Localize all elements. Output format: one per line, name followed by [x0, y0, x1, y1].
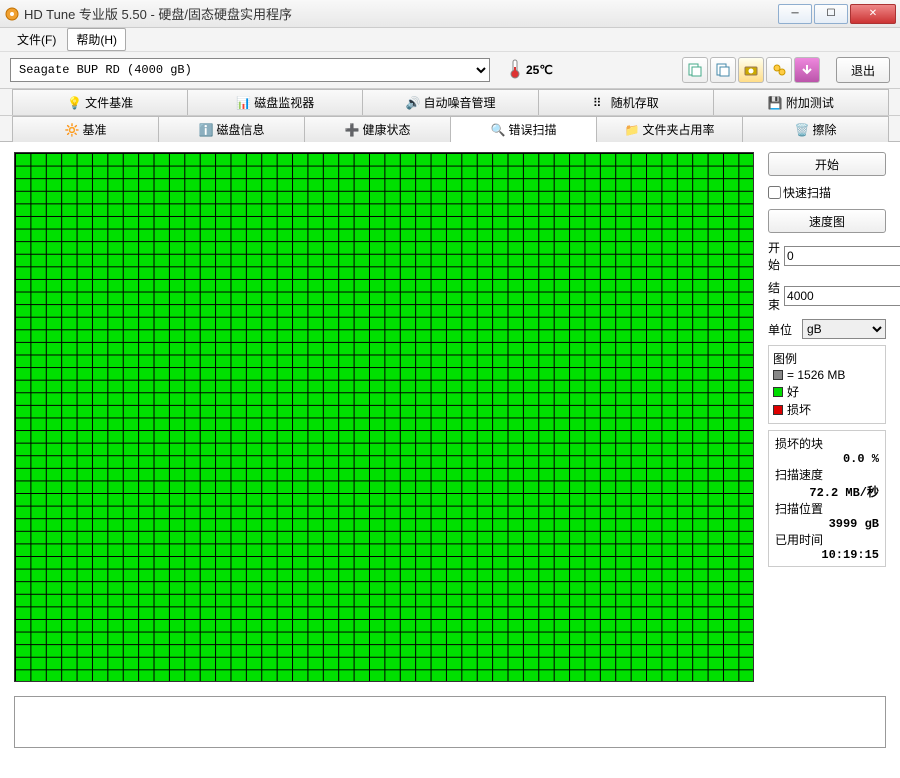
menu-help[interactable]: 帮助(H): [67, 28, 126, 51]
drive-icon: 💾: [768, 96, 782, 110]
tab-folder-usage[interactable]: 📁文件夹占用率: [596, 116, 743, 142]
gauge-icon: 🔆: [64, 123, 78, 137]
block-size-swatch: [773, 370, 783, 380]
info-icon: ℹ️: [198, 123, 212, 137]
save-button[interactable]: [794, 57, 820, 83]
side-panel: 开始 快速扫描 速度图 开始 结束 单位 gB 图例 = 1526 MB 好 损…: [768, 152, 886, 682]
scan-grid-wrap: [14, 152, 760, 682]
chart-icon: 📊: [236, 96, 250, 110]
menu-file[interactable]: 文件(F): [8, 28, 65, 51]
temperature-indicator: 25℃: [508, 59, 553, 82]
trash-icon: 🗑️: [794, 123, 808, 137]
tabs-upper: 💡文件基准 📊磁盘监视器 🔊自动噪音管理 ⠿随机存取 💾附加测试: [0, 88, 900, 115]
window-title: HD Tune 专业版 5.50 - 硬盘/固态硬盘实用程序: [24, 4, 776, 23]
speaker-icon: 🔊: [406, 96, 420, 110]
tab-extra-tests[interactable]: 💾附加测试: [713, 89, 889, 115]
start-input[interactable]: [784, 246, 900, 266]
bulb-icon: 💡: [67, 96, 81, 110]
drive-select[interactable]: Seagate BUP RD (4000 gB): [10, 58, 490, 82]
legend-box: 图例 = 1526 MB 好 损坏: [768, 345, 886, 424]
minimize-button[interactable]: ─: [778, 4, 812, 24]
damaged-blocks-value: 0.0 %: [775, 452, 879, 466]
start-field: 开始: [768, 239, 886, 273]
window-controls: ─ ☐ ✕: [776, 4, 896, 24]
magnifier-icon: 🔍: [490, 123, 504, 137]
speed-map-button[interactable]: 速度图: [768, 209, 886, 233]
menu-bar: 文件(F) 帮助(H): [0, 28, 900, 52]
scan-pos-value: 3999 gB: [775, 517, 879, 531]
end-field: 结束: [768, 279, 886, 313]
unit-select[interactable]: gB: [802, 319, 886, 339]
app-icon: [4, 6, 20, 22]
tab-info[interactable]: ℹ️磁盘信息: [158, 116, 305, 142]
tab-erase[interactable]: 🗑️擦除: [742, 116, 889, 142]
maximize-button[interactable]: ☐: [814, 4, 848, 24]
elapsed-label: 已用时间: [775, 531, 879, 548]
plus-icon: ➕: [344, 123, 358, 137]
settings-button[interactable]: [766, 57, 792, 83]
close-button[interactable]: ✕: [850, 4, 896, 24]
folder-icon: 📁: [624, 123, 638, 137]
quick-scan-row: 快速扫描: [768, 182, 886, 203]
damaged-blocks-label: 损坏的块: [775, 435, 879, 452]
temperature-value: 25℃: [526, 63, 553, 77]
copy-screenshot-button[interactable]: [710, 57, 736, 83]
quick-scan-label: 快速扫描: [783, 184, 831, 201]
thermometer-icon: [508, 59, 522, 82]
exit-button[interactable]: 退出: [836, 57, 890, 83]
dots-icon: ⠿: [593, 96, 607, 110]
tab-random-access[interactable]: ⠿随机存取: [538, 89, 714, 115]
quick-scan-checkbox[interactable]: [768, 186, 781, 199]
main-area: 开始 快速扫描 速度图 开始 结束 单位 gB 图例 = 1526 MB 好 损…: [0, 141, 900, 692]
scan-grid-blocks: [15, 153, 753, 681]
log-textarea[interactable]: [14, 696, 886, 748]
toolbar-icons: [682, 57, 820, 83]
unit-field: 单位 gB: [768, 319, 886, 339]
scan-speed-label: 扫描速度: [775, 466, 879, 483]
bad-swatch: [773, 405, 783, 415]
screenshot-button[interactable]: [738, 57, 764, 83]
stats-box: 损坏的块 0.0 % 扫描速度 72.2 MB/秒 扫描位置 3999 gB 已…: [768, 430, 886, 567]
tab-file-benchmark[interactable]: 💡文件基准: [12, 89, 188, 115]
copy-info-button[interactable]: [682, 57, 708, 83]
scan-speed-value: 72.2 MB/秒: [775, 483, 879, 500]
good-swatch: [773, 387, 783, 397]
scan-pos-label: 扫描位置: [775, 500, 879, 517]
tabs-lower: 🔆基准 ℹ️磁盘信息 ➕健康状态 🔍错误扫描 📁文件夹占用率 🗑️擦除: [0, 115, 900, 142]
scan-grid: [14, 152, 754, 682]
tab-health[interactable]: ➕健康状态: [304, 116, 451, 142]
tab-aam[interactable]: 🔊自动噪音管理: [362, 89, 538, 115]
tab-error-scan[interactable]: 🔍错误扫描: [450, 116, 597, 142]
tab-benchmark[interactable]: 🔆基准: [12, 116, 159, 142]
legend-title: 图例: [773, 350, 881, 367]
end-input[interactable]: [784, 286, 900, 306]
title-bar: HD Tune 专业版 5.50 - 硬盘/固态硬盘实用程序 ─ ☐ ✕: [0, 0, 900, 28]
tool-bar: Seagate BUP RD (4000 gB) 25℃ 退出: [0, 52, 900, 88]
start-button[interactable]: 开始: [768, 152, 886, 176]
tab-disk-monitor[interactable]: 📊磁盘监视器: [187, 89, 363, 115]
elapsed-value: 10:19:15: [775, 548, 879, 562]
